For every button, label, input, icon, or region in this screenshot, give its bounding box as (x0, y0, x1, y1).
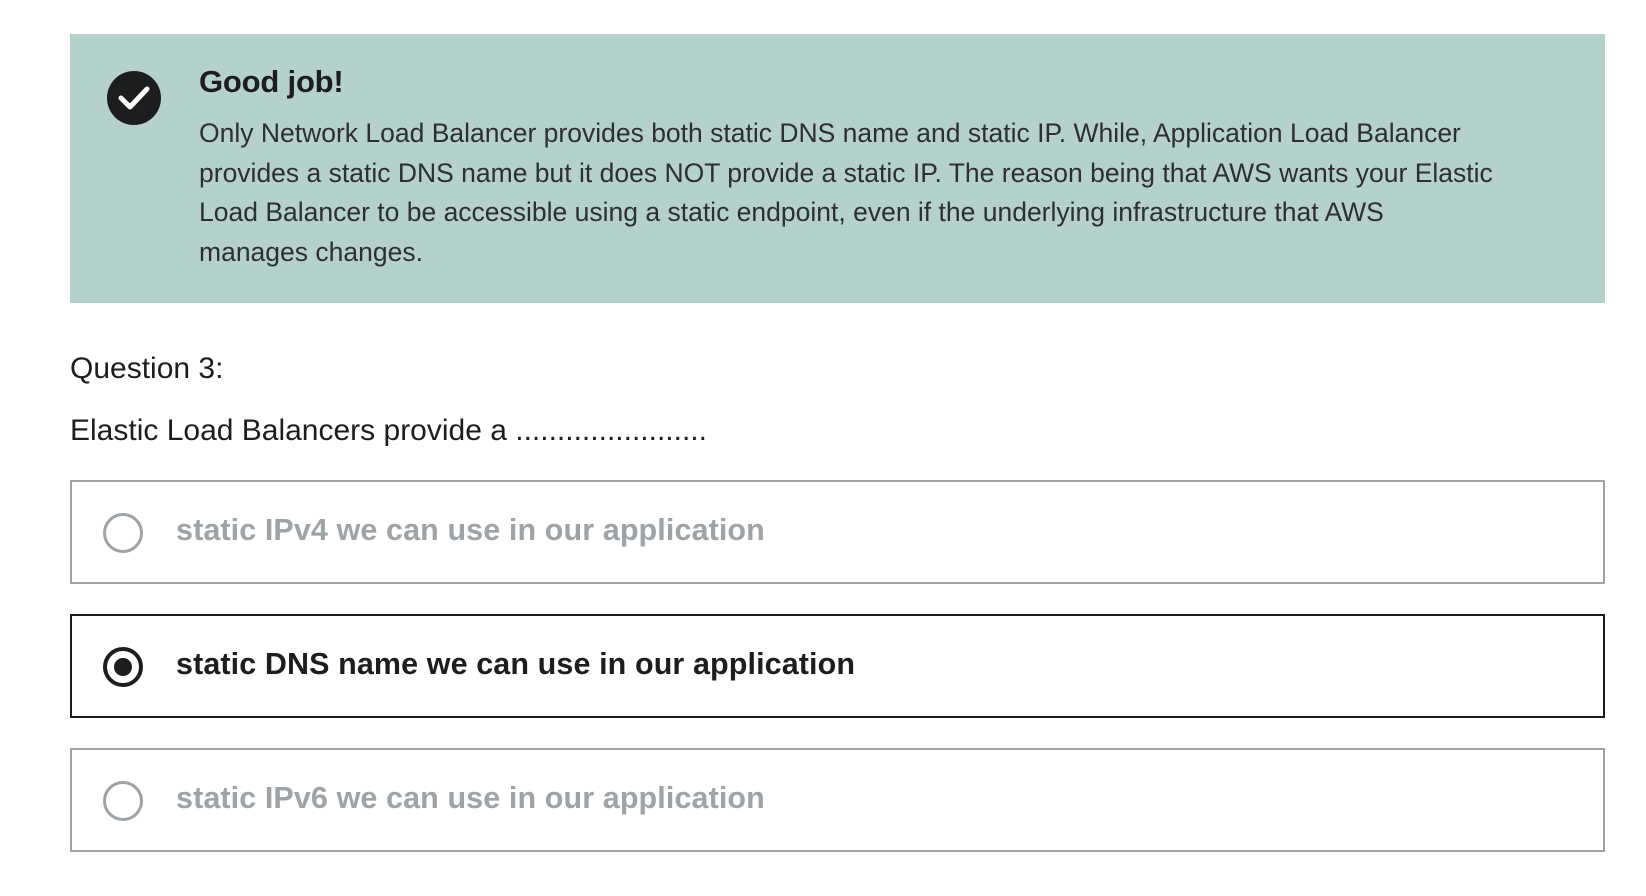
answer-option-dns[interactable]: static DNS name we can use in our applic… (70, 614, 1605, 718)
radio-button-unselected[interactable] (103, 513, 143, 553)
answer-option-label: static IPv6 we can use in our applicatio… (176, 781, 765, 815)
question-number: Question 3: (70, 352, 224, 385)
radio-button-unselected[interactable] (103, 781, 143, 821)
feedback-banner: Good job! Only Network Load Balancer pro… (70, 34, 1605, 303)
answer-option-label: static IPv4 we can use in our applicatio… (176, 513, 765, 547)
feedback-line: Only Network Load Balancer provides both… (199, 118, 1461, 148)
check-circle-icon (107, 71, 161, 125)
feedback-explanation: Only Network Load Balancer provides both… (199, 114, 1569, 272)
radio-dot-icon (114, 658, 132, 676)
feedback-line: manages changes. (199, 236, 423, 267)
answer-option-ipv6[interactable]: static IPv6 we can use in our applicatio… (70, 748, 1605, 852)
radio-button-selected[interactable] (103, 647, 143, 687)
feedback-title: Good job! (199, 64, 344, 99)
feedback-line: provides a static DNS name but it does N… (199, 157, 1493, 188)
feedback-line: Load Balancer to be accessible using a s… (199, 197, 1384, 227)
answer-option-ipv4[interactable]: static IPv4 we can use in our applicatio… (70, 480, 1605, 584)
question-prompt: Elastic Load Balancers provide a .......… (70, 414, 707, 447)
answer-option-label: static DNS name we can use in our applic… (176, 647, 856, 681)
